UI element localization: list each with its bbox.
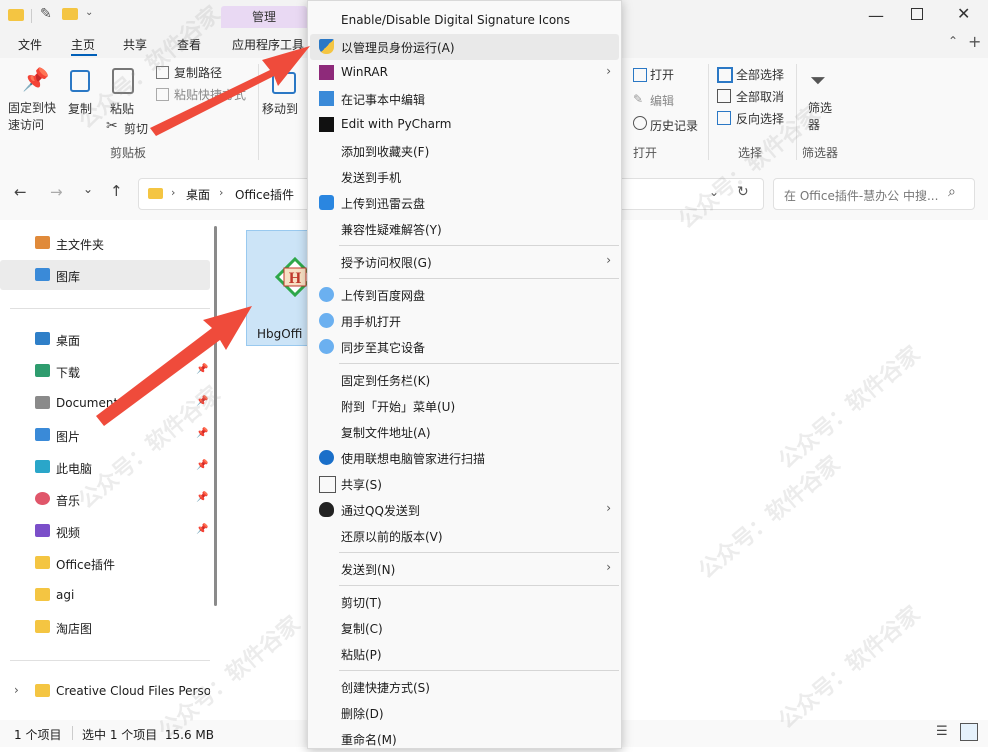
- annotation-arrows: [96, 46, 310, 426]
- red-arrow: [150, 46, 310, 136]
- red-arrow: [96, 306, 252, 426]
